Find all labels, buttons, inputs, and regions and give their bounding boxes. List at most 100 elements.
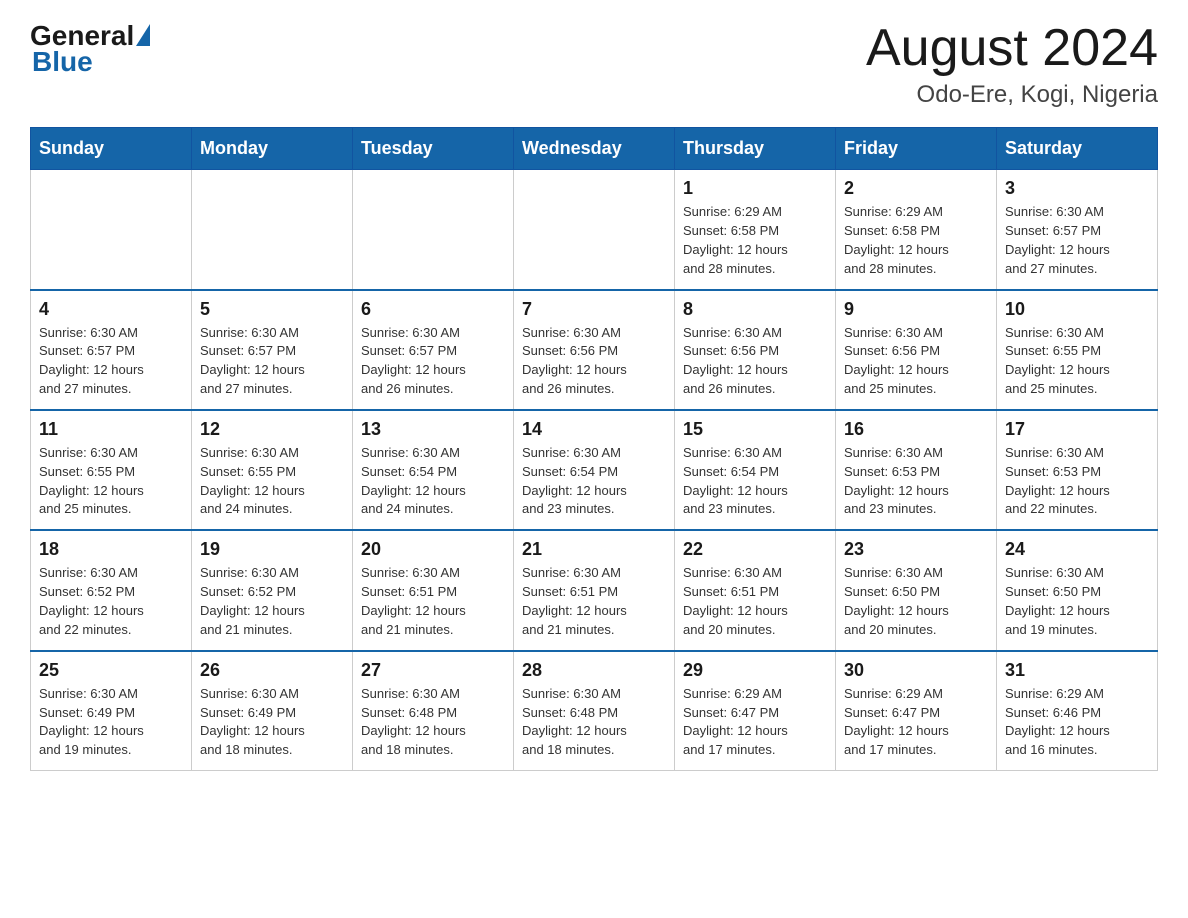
calendar-header-row: SundayMondayTuesdayWednesdayThursdayFrid… xyxy=(31,128,1158,170)
day-info: Sunrise: 6:30 AMSunset: 6:57 PMDaylight:… xyxy=(1005,203,1149,278)
day-number: 26 xyxy=(200,660,344,681)
calendar-cell: 22 Sunrise: 6:30 AMSunset: 6:51 PMDayligh… xyxy=(675,530,836,650)
weekday-header-monday: Monday xyxy=(192,128,353,170)
day-info: Sunrise: 6:30 AMSunset: 6:57 PMDaylight:… xyxy=(200,324,344,399)
day-number: 13 xyxy=(361,419,505,440)
day-info: Sunrise: 6:30 AMSunset: 6:49 PMDaylight:… xyxy=(39,685,183,760)
day-number: 8 xyxy=(683,299,827,320)
day-number: 16 xyxy=(844,419,988,440)
day-info: Sunrise: 6:30 AMSunset: 6:52 PMDaylight:… xyxy=(39,564,183,639)
day-info: Sunrise: 6:29 AMSunset: 6:47 PMDaylight:… xyxy=(844,685,988,760)
calendar-cell: 28 Sunrise: 6:30 AMSunset: 6:48 PMDayligh… xyxy=(514,651,675,771)
day-info: Sunrise: 6:30 AMSunset: 6:56 PMDaylight:… xyxy=(844,324,988,399)
day-info: Sunrise: 6:30 AMSunset: 6:51 PMDaylight:… xyxy=(361,564,505,639)
day-number: 9 xyxy=(844,299,988,320)
day-info: Sunrise: 6:30 AMSunset: 6:57 PMDaylight:… xyxy=(361,324,505,399)
calendar-week-row: 11 Sunrise: 6:30 AMSunset: 6:55 PMDayligh… xyxy=(31,410,1158,530)
day-number: 22 xyxy=(683,539,827,560)
logo-blue-text: Blue xyxy=(32,46,93,78)
calendar-cell: 8 Sunrise: 6:30 AMSunset: 6:56 PMDaylight… xyxy=(675,290,836,410)
day-info: Sunrise: 6:30 AMSunset: 6:57 PMDaylight:… xyxy=(39,324,183,399)
weekday-header-saturday: Saturday xyxy=(997,128,1158,170)
day-number: 12 xyxy=(200,419,344,440)
calendar-cell xyxy=(31,170,192,290)
calendar-cell: 29 Sunrise: 6:29 AMSunset: 6:47 PMDayligh… xyxy=(675,651,836,771)
day-number: 15 xyxy=(683,419,827,440)
calendar-cell: 26 Sunrise: 6:30 AMSunset: 6:49 PMDayligh… xyxy=(192,651,353,771)
weekday-header-thursday: Thursday xyxy=(675,128,836,170)
calendar-cell: 6 Sunrise: 6:30 AMSunset: 6:57 PMDaylight… xyxy=(353,290,514,410)
calendar-cell: 18 Sunrise: 6:30 AMSunset: 6:52 PMDayligh… xyxy=(31,530,192,650)
day-number: 25 xyxy=(39,660,183,681)
day-info: Sunrise: 6:30 AMSunset: 6:55 PMDaylight:… xyxy=(200,444,344,519)
day-info: Sunrise: 6:29 AMSunset: 6:46 PMDaylight:… xyxy=(1005,685,1149,760)
calendar-cell: 9 Sunrise: 6:30 AMSunset: 6:56 PMDaylight… xyxy=(836,290,997,410)
day-info: Sunrise: 6:30 AMSunset: 6:53 PMDaylight:… xyxy=(844,444,988,519)
day-number: 17 xyxy=(1005,419,1149,440)
weekday-header-tuesday: Tuesday xyxy=(353,128,514,170)
day-info: Sunrise: 6:30 AMSunset: 6:49 PMDaylight:… xyxy=(200,685,344,760)
day-number: 23 xyxy=(844,539,988,560)
day-info: Sunrise: 6:30 AMSunset: 6:55 PMDaylight:… xyxy=(39,444,183,519)
calendar-cell: 13Sunrise: 6:30 AMSunset: 6:54 PMDayligh… xyxy=(353,410,514,530)
calendar-subtitle: Odo-Ere, Kogi, Nigeria xyxy=(866,81,1158,109)
day-info: Sunrise: 6:30 AMSunset: 6:50 PMDaylight:… xyxy=(1005,564,1149,639)
calendar-cell: 19 Sunrise: 6:30 AMSunset: 6:52 PMDayligh… xyxy=(192,530,353,650)
day-info: Sunrise: 6:29 AMSunset: 6:47 PMDaylight:… xyxy=(683,685,827,760)
title-block: August 2024 Odo-Ere, Kogi, Nigeria xyxy=(866,20,1158,109)
calendar-cell: 15 Sunrise: 6:30 AMSunset: 6:54 PMDayligh… xyxy=(675,410,836,530)
page-header: General Blue August 2024 Odo-Ere, Kogi, … xyxy=(30,20,1158,109)
day-number: 4 xyxy=(39,299,183,320)
calendar-cell: 31 Sunrise: 6:29 AMSunset: 6:46 PMDayligh… xyxy=(997,651,1158,771)
day-number: 19 xyxy=(200,539,344,560)
weekday-header-friday: Friday xyxy=(836,128,997,170)
day-number: 24 xyxy=(1005,539,1149,560)
day-info: Sunrise: 6:30 AMSunset: 6:52 PMDaylight:… xyxy=(200,564,344,639)
calendar-week-row: 1 Sunrise: 6:29 AMSunset: 6:58 PMDaylight… xyxy=(31,170,1158,290)
calendar-cell: 3Sunrise: 6:30 AMSunset: 6:57 PMDaylight… xyxy=(997,170,1158,290)
calendar-cell: 17 Sunrise: 6:30 AMSunset: 6:53 PMDayligh… xyxy=(997,410,1158,530)
calendar-cell: 23 Sunrise: 6:30 AMSunset: 6:50 PMDayligh… xyxy=(836,530,997,650)
calendar-cell: 11 Sunrise: 6:30 AMSunset: 6:55 PMDayligh… xyxy=(31,410,192,530)
calendar-cell: 14 Sunrise: 6:30 AMSunset: 6:54 PMDayligh… xyxy=(514,410,675,530)
calendar-week-row: 4 Sunrise: 6:30 AMSunset: 6:57 PMDaylight… xyxy=(31,290,1158,410)
day-info: Sunrise: 6:29 AMSunset: 6:58 PMDaylight:… xyxy=(683,203,827,278)
calendar-title: August 2024 xyxy=(866,20,1158,77)
calendar-cell: 20 Sunrise: 6:30 AMSunset: 6:51 PMDayligh… xyxy=(353,530,514,650)
day-info: Sunrise: 6:30 AMSunset: 6:56 PMDaylight:… xyxy=(522,324,666,399)
day-info: Sunrise: 6:30 AMSunset: 6:50 PMDaylight:… xyxy=(844,564,988,639)
day-info: Sunrise: 6:30 AMSunset: 6:54 PMDaylight:… xyxy=(522,444,666,519)
calendar-week-row: 18 Sunrise: 6:30 AMSunset: 6:52 PMDayligh… xyxy=(31,530,1158,650)
weekday-header-wednesday: Wednesday xyxy=(514,128,675,170)
calendar-table: SundayMondayTuesdayWednesdayThursdayFrid… xyxy=(30,127,1158,771)
calendar-cell: 2Sunrise: 6:29 AMSunset: 6:58 PMDaylight… xyxy=(836,170,997,290)
day-number: 5 xyxy=(200,299,344,320)
weekday-header-sunday: Sunday xyxy=(31,128,192,170)
day-info: Sunrise: 6:30 AMSunset: 6:54 PMDaylight:… xyxy=(683,444,827,519)
calendar-cell: 7Sunrise: 6:30 AMSunset: 6:56 PMDaylight… xyxy=(514,290,675,410)
day-number: 2 xyxy=(844,178,988,199)
day-number: 10 xyxy=(1005,299,1149,320)
day-number: 28 xyxy=(522,660,666,681)
day-info: Sunrise: 6:30 AMSunset: 6:56 PMDaylight:… xyxy=(683,324,827,399)
calendar-cell: 1 Sunrise: 6:29 AMSunset: 6:58 PMDaylight… xyxy=(675,170,836,290)
day-info: Sunrise: 6:30 AMSunset: 6:53 PMDaylight:… xyxy=(1005,444,1149,519)
calendar-cell: 10 Sunrise: 6:30 AMSunset: 6:55 PMDayligh… xyxy=(997,290,1158,410)
day-number: 11 xyxy=(39,419,183,440)
day-number: 18 xyxy=(39,539,183,560)
day-number: 31 xyxy=(1005,660,1149,681)
calendar-cell xyxy=(192,170,353,290)
day-number: 21 xyxy=(522,539,666,560)
day-number: 1 xyxy=(683,178,827,199)
day-number: 6 xyxy=(361,299,505,320)
day-number: 29 xyxy=(683,660,827,681)
day-info: Sunrise: 6:30 AMSunset: 6:55 PMDaylight:… xyxy=(1005,324,1149,399)
day-info: Sunrise: 6:30 AMSunset: 6:51 PMDaylight:… xyxy=(522,564,666,639)
day-number: 20 xyxy=(361,539,505,560)
day-info: Sunrise: 6:30 AMSunset: 6:51 PMDaylight:… xyxy=(683,564,827,639)
day-info: Sunrise: 6:30 AMSunset: 6:48 PMDaylight:… xyxy=(522,685,666,760)
calendar-cell: 4 Sunrise: 6:30 AMSunset: 6:57 PMDaylight… xyxy=(31,290,192,410)
day-number: 14 xyxy=(522,419,666,440)
calendar-cell: 12 Sunrise: 6:30 AMSunset: 6:55 PMDayligh… xyxy=(192,410,353,530)
day-info: Sunrise: 6:30 AMSunset: 6:48 PMDaylight:… xyxy=(361,685,505,760)
